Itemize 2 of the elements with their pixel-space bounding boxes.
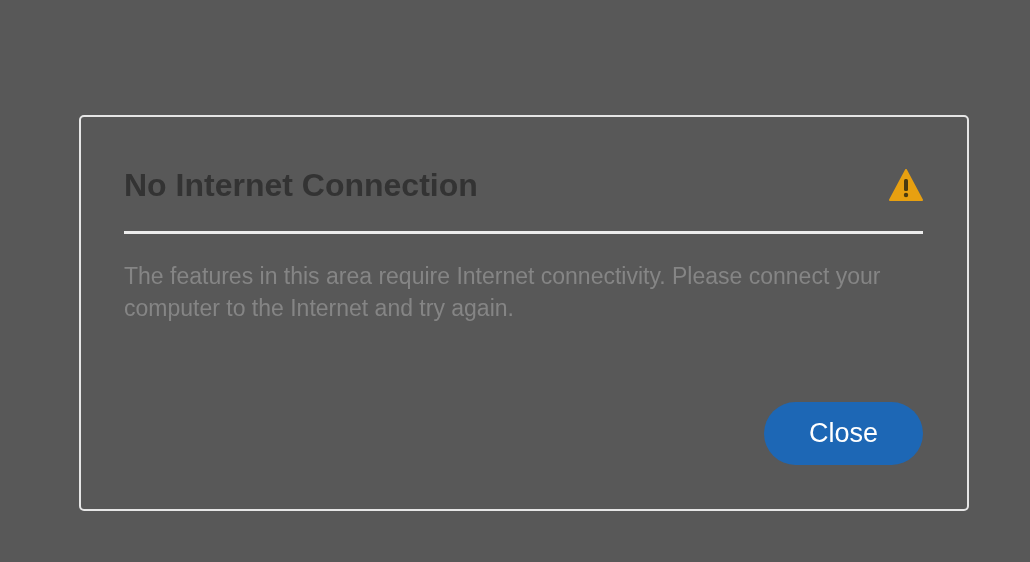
close-button[interactable]: Close — [764, 402, 923, 465]
warning-icon — [889, 169, 923, 201]
